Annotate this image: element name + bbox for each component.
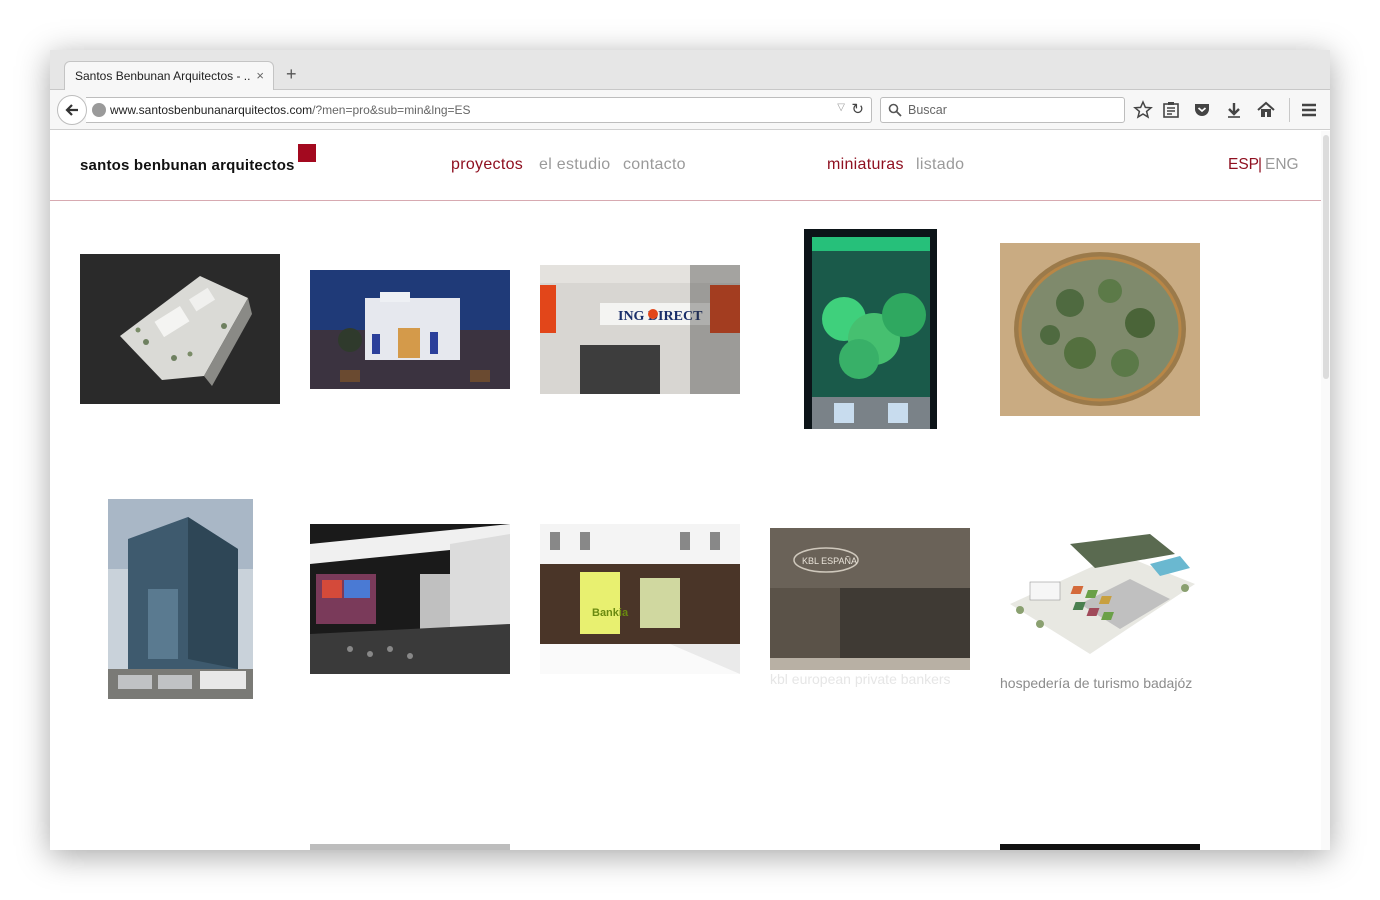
scrollbar[interactable] — [1321, 131, 1330, 850]
shop-interior-render-image — [310, 524, 510, 674]
address-bar[interactable]: www.santosbenbunanarquitectos.com/?men=p… — [86, 97, 872, 123]
search-placeholder: Buscar — [908, 103, 947, 117]
project-thumbnail[interactable] — [108, 499, 253, 699]
project-thumbnail[interactable] — [310, 270, 510, 389]
download-icon[interactable] — [1224, 100, 1244, 120]
ing-direct-facade-image: ING DIRECT — [540, 265, 740, 394]
site-logo[interactable]: santos benbunan arquitectos — [80, 157, 295, 174]
back-button[interactable] — [57, 95, 87, 125]
green-lit-building-image — [804, 229, 937, 429]
project-thumbnail[interactable]: KBL ESPAÑA — [770, 528, 970, 670]
tab-strip: Santos Benbunan Arquitectos - ... × + — [50, 50, 1330, 91]
kbl-reception-image: KBL ESPAÑA — [770, 528, 970, 670]
project-caption[interactable]: kbl european private bankers — [770, 670, 970, 689]
hotel-site-model-image — [1000, 524, 1200, 674]
bankia-corner-render-image: Bankia — [540, 524, 740, 674]
toolbar-separator — [1289, 98, 1290, 122]
logo-square-icon — [298, 144, 316, 162]
project-thumbnail[interactable] — [804, 229, 937, 429]
glass-tower-image — [108, 499, 253, 699]
dark-urban-model-image — [1000, 844, 1200, 850]
tab-title: Santos Benbunan Arquitectos - ... — [75, 69, 250, 83]
url-path: /?men=pro&sub=min&lng=ES — [312, 103, 471, 117]
project-thumbnail[interactable]: ING DIRECT — [540, 265, 740, 394]
globe-icon — [92, 103, 106, 117]
web-page: santos benbunan arquitectos proyectos el… — [50, 131, 1330, 850]
history-dropdown-icon[interactable]: ▽ — [837, 102, 845, 113]
project-thumbnail[interactable] — [310, 844, 510, 850]
project-thumbnail[interactable]: Bankia — [540, 524, 740, 674]
lang-separator: | — [1258, 156, 1263, 173]
navigation-toolbar: www.santosbenbunanarquitectos.com/?men=p… — [50, 90, 1330, 130]
white-urban-model-image — [310, 844, 510, 850]
reading-list-icon[interactable] — [1161, 100, 1181, 120]
search-box[interactable]: Buscar — [880, 97, 1125, 123]
nav-proyectos[interactable]: proyectos — [451, 156, 523, 174]
round-window-palms-image — [1000, 243, 1200, 416]
header-divider — [50, 200, 1321, 201]
lang-eng[interactable]: ENG — [1265, 156, 1299, 174]
lang-esp[interactable]: ESP — [1228, 156, 1259, 174]
project-thumbnail[interactable] — [80, 254, 280, 404]
menu-icon[interactable] — [1299, 100, 1319, 120]
close-tab-icon[interactable]: × — [256, 68, 264, 83]
search-icon — [888, 103, 902, 117]
back-arrow-icon — [65, 104, 78, 116]
new-tab-button[interactable]: + — [286, 64, 297, 85]
pocket-icon[interactable] — [1192, 100, 1212, 120]
model-render-image — [80, 254, 280, 404]
url-host: www.santosbenbunanarquitectos.com — [110, 103, 313, 117]
svg-text:Bankia: Bankia — [592, 607, 629, 619]
project-thumbnail[interactable] — [1000, 524, 1200, 674]
project-thumbnail[interactable] — [1000, 844, 1200, 850]
browser-window: Santos Benbunan Arquitectos - ... × + ww… — [50, 50, 1330, 850]
svg-text:KBL ESPAÑA: KBL ESPAÑA — [802, 556, 857, 566]
scrollbar-thumb[interactable] — [1323, 135, 1329, 379]
nav-contacto[interactable]: contacto — [623, 156, 686, 174]
view-listado[interactable]: listado — [916, 156, 964, 174]
project-thumbnail[interactable] — [310, 524, 510, 674]
browser-tab[interactable]: Santos Benbunan Arquitectos - ... × — [64, 61, 274, 91]
bookmark-star-icon[interactable] — [1133, 100, 1153, 120]
villa-photo-image — [310, 270, 510, 389]
reload-icon[interactable]: ↻ — [851, 100, 864, 118]
home-icon[interactable] — [1256, 100, 1276, 120]
project-thumbnail[interactable] — [1000, 243, 1200, 416]
view-miniaturas[interactable]: miniaturas — [827, 156, 904, 174]
project-caption[interactable]: hospedería de turismo badajóz — [1000, 674, 1200, 693]
nav-el-estudio[interactable]: el estudio — [539, 156, 611, 174]
